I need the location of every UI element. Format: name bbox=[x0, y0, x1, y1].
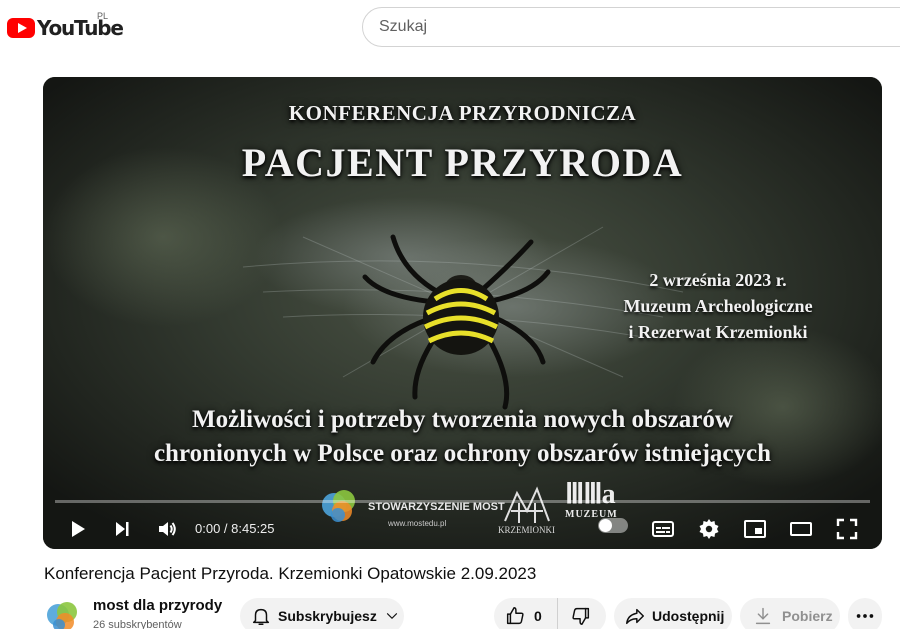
subscribe-label: Subskrybujesz bbox=[278, 608, 377, 624]
settings-button[interactable] bbox=[691, 511, 727, 547]
subtitle-line-1: Możliwości i potrzeby tworzenia nowych o… bbox=[192, 406, 733, 433]
play-button[interactable] bbox=[59, 511, 95, 547]
conference-label: KONFERENCJA PRZYRODNICZA bbox=[288, 101, 637, 125]
event-venue-2: i Rezerwat Krzemionki bbox=[628, 322, 808, 342]
autoplay-toggle[interactable] bbox=[598, 518, 628, 533]
event-venue: Muzeum Archeologiczne bbox=[623, 296, 813, 316]
bell-icon bbox=[252, 608, 270, 625]
download-button[interactable]: Pobierz bbox=[740, 598, 840, 629]
volume-button[interactable] bbox=[149, 511, 185, 547]
download-label: Pobierz bbox=[782, 608, 833, 624]
subtitle-overlay: Możliwości i potrzeby tworzenia nowych o… bbox=[43, 403, 882, 471]
play-icon bbox=[72, 521, 85, 537]
volume-icon bbox=[159, 522, 176, 536]
like-count: 0 bbox=[534, 608, 542, 624]
like-button[interactable]: 0 bbox=[494, 598, 558, 629]
main-title-overlay: PACJENT PRZYRODA bbox=[241, 140, 684, 185]
dislike-button[interactable] bbox=[558, 598, 604, 629]
thumbs-up-icon bbox=[506, 607, 524, 625]
settings-icon bbox=[699, 519, 719, 539]
share-icon bbox=[626, 608, 644, 625]
event-date: 2 września 2023 r. bbox=[649, 270, 787, 290]
next-icon bbox=[116, 522, 129, 536]
time-display: 0:00 / 8:45:25 bbox=[195, 521, 275, 536]
progress-bar[interactable] bbox=[55, 500, 870, 503]
share-label: Udostępnij bbox=[652, 608, 725, 624]
chevron-down-icon bbox=[386, 613, 397, 619]
fullscreen-button[interactable] bbox=[829, 511, 865, 547]
like-dislike-group: 0 bbox=[494, 598, 606, 629]
youtube-logo-icon bbox=[7, 18, 35, 38]
subtitles-button[interactable] bbox=[645, 511, 681, 547]
region-code: PL bbox=[97, 11, 109, 21]
search-input[interactable] bbox=[379, 8, 879, 46]
more-actions-button[interactable] bbox=[848, 598, 882, 629]
fullscreen-icon bbox=[836, 518, 858, 540]
next-button[interactable] bbox=[104, 511, 140, 547]
channel-avatar[interactable] bbox=[43, 597, 83, 629]
player-controls: 0:00 / 8:45:25 bbox=[43, 507, 882, 549]
channel-name[interactable]: most dla przyrody bbox=[93, 597, 222, 614]
theater-icon bbox=[790, 522, 812, 536]
miniplayer-button[interactable] bbox=[737, 511, 773, 547]
more-icon bbox=[856, 614, 874, 618]
subtitles-icon bbox=[652, 521, 674, 537]
video-title: Konferencja Pacjent Przyroda. Krzemionki… bbox=[44, 564, 537, 583]
subscribe-button[interactable]: Subskrybujesz bbox=[240, 598, 404, 629]
subscriber-count: 26 subskrybentów bbox=[93, 619, 182, 629]
search-box[interactable] bbox=[362, 7, 900, 47]
event-info: 2 września 2023 r. Muzeum Archeologiczne… bbox=[588, 267, 848, 345]
logo-text: YouTube bbox=[37, 16, 124, 40]
subtitle-line-2: chronionych w Polsce oraz ochrony obszar… bbox=[153, 440, 772, 467]
thumbs-down-icon bbox=[572, 607, 590, 625]
video-player[interactable]: KONFERENCJA PRZYRODNICZA PACJENT PRZYROD… bbox=[43, 77, 882, 549]
theater-button[interactable] bbox=[783, 511, 819, 547]
miniplayer-icon bbox=[744, 520, 766, 538]
download-icon bbox=[755, 607, 771, 625]
muzeum-mark: ⅢⅢa bbox=[565, 479, 616, 510]
share-button[interactable]: Udostępnij bbox=[614, 598, 732, 629]
